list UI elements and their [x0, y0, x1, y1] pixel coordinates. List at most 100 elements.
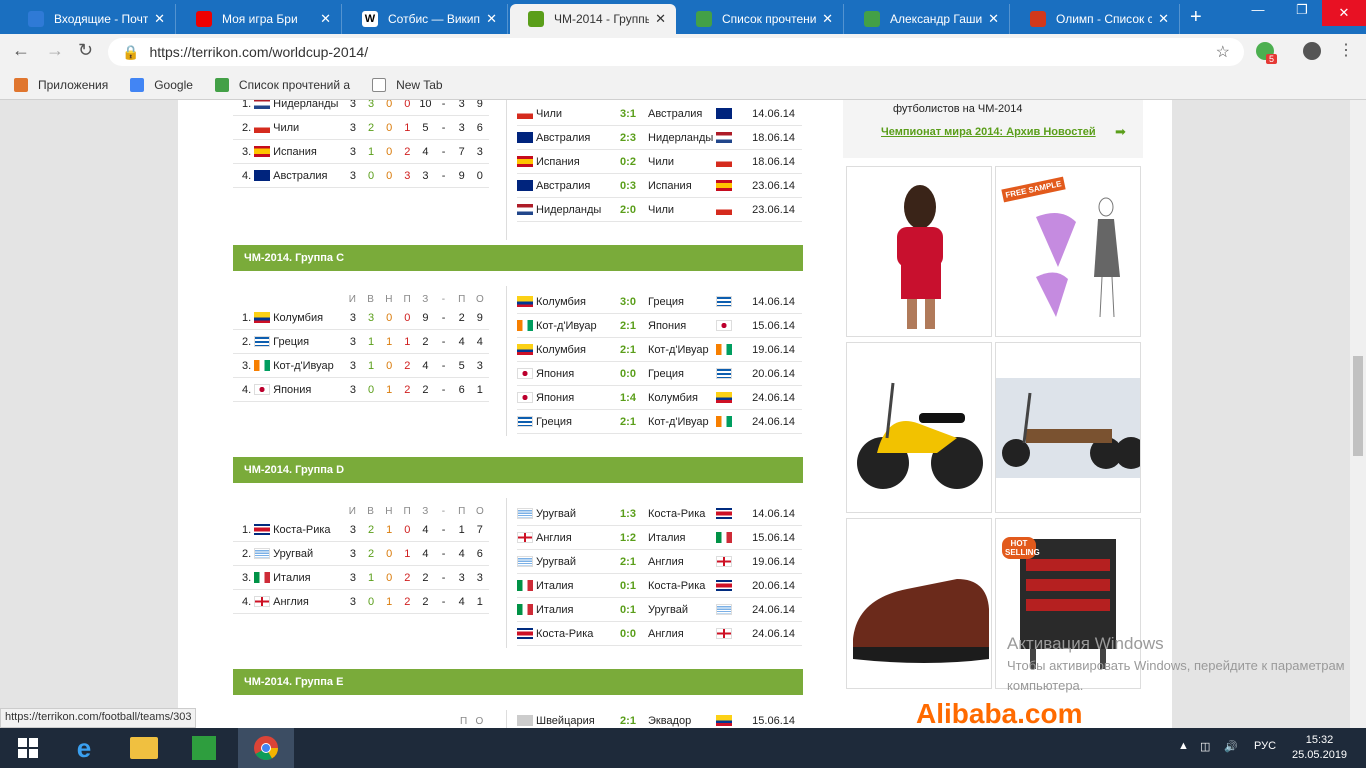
match-score[interactable]: 0:3 [616, 180, 640, 192]
match-score[interactable]: 2:3 [616, 132, 640, 144]
match-row[interactable]: Испания 0:2 Чили 18.06.14 [517, 150, 802, 174]
browser-tab[interactable]: Александр Гашин ✕ [846, 4, 1010, 34]
file-explorer-icon[interactable] [116, 728, 172, 768]
volume-icon[interactable]: 🔊 [1224, 740, 1238, 753]
away-team[interactable]: Италия [648, 532, 716, 544]
match-score[interactable]: 0:0 [616, 628, 640, 640]
team-link[interactable]: Австралия [273, 170, 344, 182]
archive-news-link[interactable]: Чемпионат мира 2014: Архив Новостей [881, 126, 1096, 138]
away-team[interactable]: Греция [648, 296, 716, 308]
browser-tab[interactable]: Олимп - Список с ✕ [1012, 4, 1180, 34]
menu-icon[interactable]: ⋮ [1338, 40, 1354, 60]
match-score[interactable]: 3:1 [616, 108, 640, 120]
away-team[interactable]: Япония [648, 320, 716, 332]
home-team[interactable]: Чили [536, 108, 616, 120]
match-row[interactable]: Австралия 0:3 Испания 23.06.14 [517, 174, 802, 198]
match-row[interactable]: Австралия 2:3 Нидерланды 18.06.14 [517, 126, 802, 150]
start-button[interactable] [0, 728, 56, 768]
match-score[interactable]: 0:2 [616, 156, 640, 168]
match-row[interactable]: Греция 2:1 Кот-д'Ивуар 24.06.14 [517, 410, 802, 434]
match-score[interactable]: 2:1 [616, 320, 640, 332]
browser-tab[interactable]: Моя игра Бри ✕ [178, 4, 342, 34]
internet-explorer-icon[interactable]: e [56, 728, 112, 768]
away-team[interactable]: Греция [648, 368, 716, 380]
match-row[interactable]: Италия 0:1 Уругвай 24.06.14 [517, 598, 802, 622]
away-team[interactable]: Нидерланды [648, 132, 716, 144]
browser-tab[interactable]: Входящие - Почта ✕ [10, 4, 176, 34]
away-team[interactable]: Кот-д'Ивуар [648, 416, 716, 428]
team-link[interactable]: Нидерланды [273, 100, 344, 110]
store-icon[interactable] [176, 728, 232, 768]
match-row[interactable]: Япония 0:0 Греция 20.06.14 [517, 362, 802, 386]
forward-arrow-icon[interactable]: → [46, 40, 64, 61]
away-team[interactable]: Чили [648, 204, 716, 216]
browser-tab[interactable]: ЧМ-2014 - Группы ✕ [510, 4, 676, 34]
match-row[interactable]: Чили 3:1 Австралия 14.06.14 [517, 102, 802, 126]
match-score[interactable]: 0:0 [616, 368, 640, 380]
match-row[interactable]: Япония 1:4 Колумбия 24.06.14 [517, 386, 802, 410]
match-score[interactable]: 0:1 [616, 580, 640, 592]
close-window-button[interactable]: ✕ [1322, 0, 1366, 26]
match-row[interactable]: Коста-Рика 0:0 Англия 24.06.14 [517, 622, 802, 646]
home-team[interactable]: Швейцария [536, 715, 616, 727]
home-team[interactable]: Италия [536, 604, 616, 616]
match-score[interactable]: 2:1 [616, 715, 640, 727]
match-score[interactable]: 2:1 [616, 416, 640, 428]
close-icon[interactable]: ✕ [486, 11, 497, 27]
match-score[interactable]: 2:0 [616, 204, 640, 216]
match-row[interactable]: Колумбия 3:0 Греция 14.06.14 [517, 290, 802, 314]
scrollbar-thumb[interactable] [1353, 356, 1363, 456]
bookmark-star-icon[interactable]: ☆ [1216, 42, 1230, 62]
address-bar[interactable]: 🔒 https://terrikon.com/worldcup-2014/ ☆ [108, 38, 1244, 66]
browser-tab[interactable]: W Сотбис — Википед ✕ [344, 4, 508, 34]
page-scrollbar[interactable] [1350, 100, 1366, 728]
match-score[interactable]: 3:0 [616, 296, 640, 308]
team-link[interactable]: Италия [273, 572, 344, 584]
scooter-ad-image[interactable] [846, 342, 992, 513]
close-icon[interactable]: ✕ [655, 11, 666, 27]
away-team[interactable]: Чили [648, 156, 716, 168]
home-team[interactable]: Коста-Рика [536, 628, 616, 640]
home-team[interactable]: Кот-д'Ивуар [536, 320, 616, 332]
bookmark-item[interactable]: New Tab [372, 77, 443, 92]
home-team[interactable]: Колумбия [536, 296, 616, 308]
away-team[interactable]: Коста-Рика [648, 580, 716, 592]
away-team[interactable]: Кот-д'Ивуар [648, 344, 716, 356]
away-team[interactable]: Англия [648, 556, 716, 568]
reload-icon[interactable]: ↻ [78, 40, 93, 61]
away-team[interactable]: Эквадор [648, 715, 716, 727]
home-team[interactable]: Италия [536, 580, 616, 592]
away-team[interactable]: Англия [648, 628, 716, 640]
bookmark-item[interactable]: Google [130, 77, 193, 92]
match-row[interactable]: Кот-д'Ивуар 2:1 Япония 15.06.14 [517, 314, 802, 338]
shoe-ad-image[interactable] [846, 518, 992, 689]
chrome-taskbar-icon[interactable] [238, 728, 294, 768]
match-score[interactable]: 0:1 [616, 604, 640, 616]
away-team[interactable]: Австралия [648, 108, 716, 120]
match-row[interactable]: Уругвай 1:3 Коста-Рика 14.06.14 [517, 502, 802, 526]
match-row[interactable]: Англия 1:2 Италия 15.06.14 [517, 526, 802, 550]
language-indicator[interactable]: РУС [1254, 740, 1276, 752]
back-arrow-icon[interactable]: ← [12, 40, 30, 61]
home-team[interactable]: Австралия [536, 180, 616, 192]
close-icon[interactable]: ✕ [988, 11, 999, 27]
new-tab-button[interactable]: + [1190, 6, 1202, 29]
home-team[interactable]: Испания [536, 156, 616, 168]
restore-button[interactable]: ❐ [1280, 2, 1324, 18]
home-team[interactable]: Австралия [536, 132, 616, 144]
home-team[interactable]: Япония [536, 392, 616, 404]
team-link[interactable]: Чили [273, 122, 344, 134]
profile-avatar[interactable] [1303, 42, 1321, 60]
team-link[interactable]: Испания [273, 146, 344, 158]
product-ad-image[interactable]: FREE SAMPLE [995, 166, 1141, 337]
team-link[interactable]: Япония [273, 384, 344, 396]
match-score[interactable]: 2:1 [616, 556, 640, 568]
match-row[interactable]: Швейцария 2:1 Эквадор 15.06.14 [517, 715, 802, 727]
tray-chevron-icon[interactable]: ▲ [1178, 740, 1189, 752]
clock[interactable]: 15:32 25.05.2019 [1292, 733, 1347, 763]
team-link[interactable]: Колумбия [273, 312, 344, 324]
bookmark-item[interactable]: Приложения [14, 77, 108, 92]
home-team[interactable]: Уругвай [536, 508, 616, 520]
away-team[interactable]: Колумбия [648, 392, 716, 404]
close-icon[interactable]: ✕ [154, 11, 165, 27]
